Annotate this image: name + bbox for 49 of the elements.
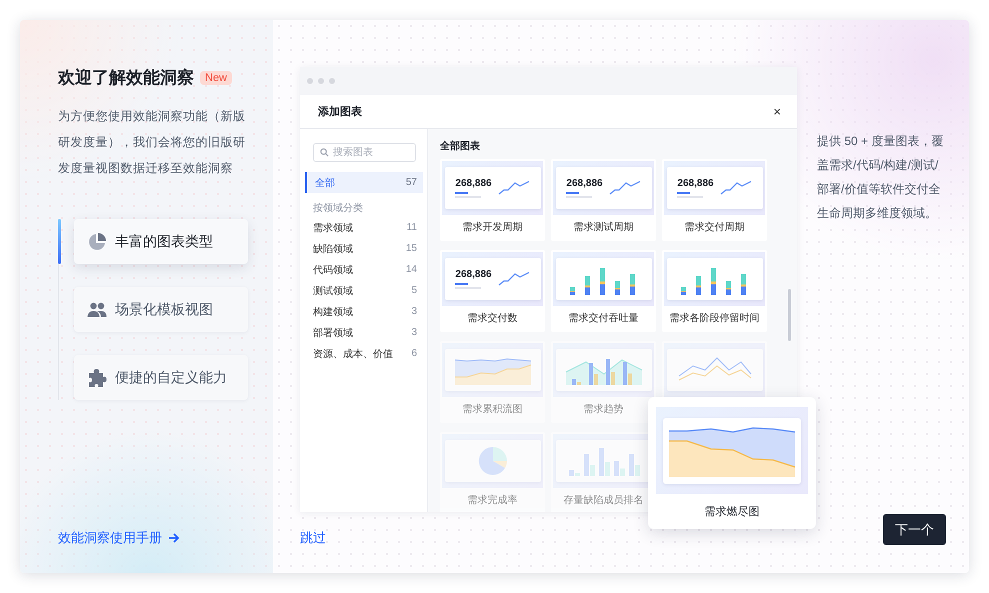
- category-item[interactable]: 测试领域 5: [305, 280, 423, 301]
- scrollbar[interactable]: [788, 289, 791, 341]
- next-button[interactable]: 下一个: [883, 514, 946, 545]
- category-item[interactable]: 资源、成本、价值 6: [305, 343, 423, 364]
- close-button[interactable]: ×: [769, 104, 785, 119]
- chart-card[interactable]: 268,886 需求交付周期: [662, 159, 767, 241]
- window-dots-icon: [307, 78, 337, 84]
- manual-link[interactable]: 效能洞察使用手册: [58, 529, 180, 547]
- search-field[interactable]: 搜索图表: [313, 143, 416, 162]
- metric-value: 268,886: [677, 178, 714, 189]
- chart-card[interactable]: 268,886 需求测试周期: [551, 159, 656, 241]
- category-item[interactable]: 缺陷领域 15: [305, 238, 423, 259]
- window-title: 添加图表: [318, 104, 362, 119]
- category-item[interactable]: 构建领域 3: [305, 301, 423, 322]
- feature-tab[interactable]: 场景化模板视图: [74, 287, 248, 332]
- sparkline-drawing: [498, 272, 530, 286]
- progress-lines-drawing: [455, 192, 482, 198]
- metric-value: 268,886: [455, 178, 492, 189]
- progress-lines-drawing: [566, 192, 592, 198]
- search-input[interactable]: 搜索图表: [333, 147, 403, 158]
- sparkline-drawing: [608, 181, 641, 195]
- metric-value: 268,886: [455, 269, 492, 280]
- skip-link[interactable]: 跳过: [300, 529, 326, 547]
- category-item[interactable]: 需求领域 11: [305, 217, 423, 238]
- chart-card[interactable]: 268,886 需求开发周期: [440, 159, 545, 241]
- arrow-right-icon: [168, 532, 180, 544]
- chart-card[interactable]: 268,886 需求交付数: [440, 250, 545, 332]
- sparkline-drawing: [498, 181, 530, 195]
- pie-chart-icon: [87, 232, 107, 252]
- search-icon: [320, 148, 329, 157]
- chart-card[interactable]: 需求交付吞吐量: [551, 250, 656, 332]
- category-item[interactable]: 部署领域 3: [305, 322, 423, 343]
- puzzle-icon: [87, 368, 107, 388]
- chart-card[interactable]: 需求燃尽图: [648, 397, 816, 529]
- metric-value: 268,886: [566, 178, 603, 189]
- group-label: 按领域分类: [313, 202, 364, 215]
- progress-lines-drawing: [455, 283, 482, 289]
- category-item[interactable]: 代码领域 14: [305, 259, 423, 280]
- feature-tab[interactable]: 丰富的图表类型: [74, 219, 248, 264]
- sparkline-drawing: [720, 181, 752, 195]
- feature-tab[interactable]: 便捷的自定义能力: [74, 355, 248, 400]
- chart-card[interactable]: 需求各阶段停留时间: [662, 250, 767, 332]
- intro-description: 为方便您使用效能洞察功能（新版研发度量），我们会将您的旧版研发度量视图数据迁移至效能洞察: [58, 108, 246, 177]
- intro-title: 欢迎了解效能洞察: [58, 67, 194, 89]
- section-title: 全部图表: [440, 140, 481, 153]
- progress-lines-drawing: [677, 192, 704, 198]
- feature-description: 提供 50 + 度量图表，覆盖需求/代码/构建/测试/部署/价值等软件交付全生命周期多维度领域。: [817, 133, 944, 222]
- new-badge: New: [200, 70, 232, 84]
- category-item[interactable]: 全部 57: [305, 172, 423, 193]
